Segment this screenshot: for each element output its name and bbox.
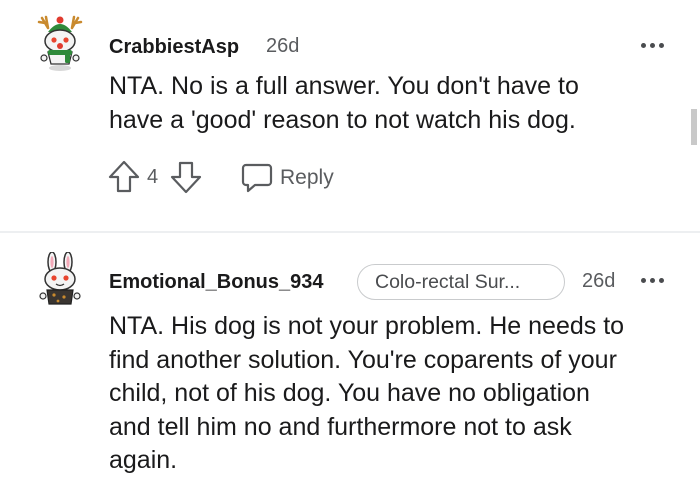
more-options-icon[interactable] — [640, 41, 668, 51]
more-options-icon[interactable] — [640, 276, 668, 286]
comment-body: NTA. No is a full answer. You don't have… — [109, 70, 679, 137]
comment-timestamp: 26d — [266, 35, 300, 57]
comment-username[interactable]: CrabbiestAsp — [109, 36, 239, 59]
vote-score: 4 — [147, 166, 159, 188]
snoo-reindeer-avatar-icon[interactable] — [34, 14, 86, 72]
scrollbar-thumb[interactable] — [691, 109, 697, 145]
comment-divider — [0, 231, 700, 233]
user-flair-text: Colo-rectal Sur... — [375, 271, 521, 293]
reply-label: Reply — [280, 166, 334, 189]
reply-icon — [241, 163, 273, 193]
upvote-icon[interactable] — [107, 158, 141, 196]
comment-body-line: have a 'good' reason to not watch his do… — [109, 105, 576, 134]
comment-body-line: child, not of his dog. You have no oblig… — [109, 379, 590, 407]
comment-timestamp: 26d — [582, 270, 616, 292]
comment-body-line: NTA. His dog is not your problem. He nee… — [109, 312, 625, 340]
comment-body-line: NTA. No is a full answer. You don't have… — [109, 72, 579, 100]
comment-body-line: and tell him no and furthermore not to a… — [109, 412, 572, 441]
snoo-bunny-avatar-icon[interactable] — [34, 251, 86, 310]
comment-thread-item: CrabbiestAsp 26d NTA. No is a full answe… — [0, 0, 700, 232]
comment-body: NTA. His dog is not your problem. He nee… — [109, 310, 679, 478]
comment-body-line: find another solution. You're coparents … — [109, 345, 617, 374]
downvote-icon[interactable] — [169, 158, 203, 196]
comment-body-line: again. — [109, 446, 178, 474]
comment-username[interactable]: Emotional_Bonus_934 — [109, 271, 324, 294]
comment-thread-item: Emotional_Bonus_934 Colo-rectal Sur... 2… — [0, 234, 700, 480]
user-flair-badge: Colo-rectal Sur... — [357, 264, 565, 300]
